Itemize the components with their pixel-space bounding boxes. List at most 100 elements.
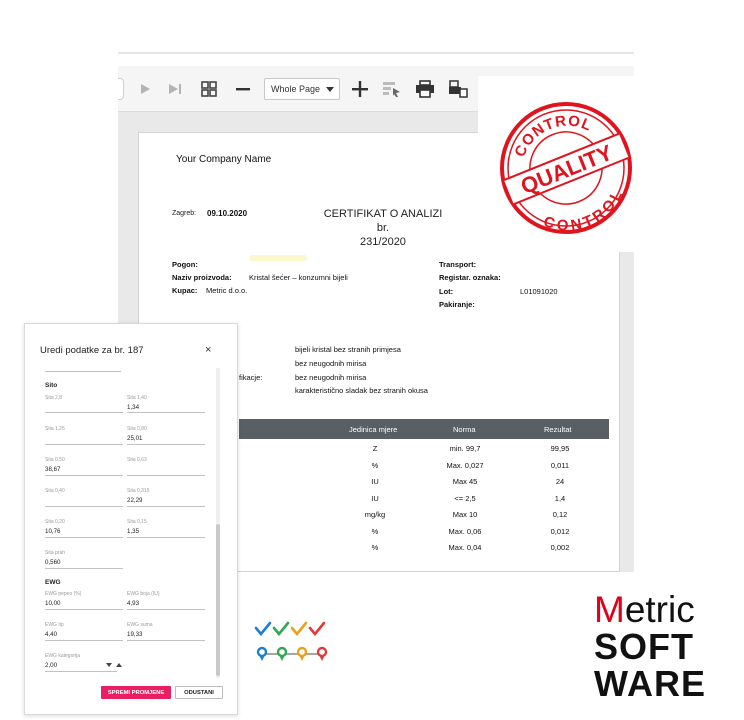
skip-end-icon xyxy=(169,84,181,94)
field-label: Transport: xyxy=(439,260,477,269)
table-cell: Max. 0,027 xyxy=(446,461,484,470)
field-label: EWG tip xyxy=(45,622,64,628)
logo-line-metric: Metric xyxy=(594,590,695,630)
field-value: 10,76 xyxy=(45,528,61,535)
field-label: EWG pepeo (%) xyxy=(45,591,82,597)
field-label: Sita 0,40 xyxy=(45,488,65,494)
table-cell: 0,12 xyxy=(552,510,568,519)
sita-0-15-input[interactable] xyxy=(127,537,205,538)
page-number-input[interactable] xyxy=(118,78,124,100)
field-label: Registar. oznaka: xyxy=(439,273,501,282)
checkmarks-route-icon xyxy=(254,621,328,661)
zoom-select[interactable]: Whole Page xyxy=(264,78,340,100)
ewg-boja-input[interactable] xyxy=(127,609,205,610)
sita-1-40-input[interactable] xyxy=(127,412,205,413)
field-label: Sita 0,50 xyxy=(45,457,65,463)
print-button[interactable] xyxy=(412,76,438,102)
minus-icon xyxy=(236,88,250,91)
last-page-button[interactable] xyxy=(162,76,188,102)
sita-0-50-input[interactable] xyxy=(45,475,123,476)
multi-page-button[interactable] xyxy=(196,76,222,102)
ewg-section-title: EWG xyxy=(45,579,61,586)
sita-prah-input[interactable] xyxy=(45,568,123,569)
table-row: Z min. 99,7 99,95 xyxy=(239,442,609,458)
table-cell: % xyxy=(371,527,379,536)
sito-section-title: Sito xyxy=(45,382,58,389)
stepper-arrows-icon[interactable] xyxy=(105,661,123,669)
cancel-button[interactable]: ODUSTANI xyxy=(175,686,223,699)
table-cell: Max. 0,04 xyxy=(448,543,482,552)
dialog-title: Uredi podatke za br. 187 xyxy=(40,345,144,356)
field-value: 1,34 xyxy=(127,404,140,411)
field-label: Sita 0,20 xyxy=(45,519,65,525)
table-cell: mg/kg xyxy=(364,510,386,519)
logo-m: M xyxy=(594,589,625,630)
field-label: Kupac: xyxy=(172,286,198,295)
column-header: Norma xyxy=(453,425,476,434)
field-label: Pogon: xyxy=(172,260,198,269)
results-table-header: Jedinica mjere Norma Rezultat xyxy=(239,419,609,439)
table-row: IU Max 45 24 xyxy=(239,475,609,491)
table-cell: IU xyxy=(371,477,379,486)
field-label: Sita 1,40 xyxy=(127,395,147,401)
table-cell: Max 10 xyxy=(452,510,478,519)
printer-icon xyxy=(416,80,434,98)
field-value: 1,35 xyxy=(127,528,140,535)
sita-0-63-input[interactable] xyxy=(127,475,205,476)
ewg-pepeo-input[interactable] xyxy=(45,609,123,610)
table-cell: % xyxy=(371,543,379,552)
table-cell: 24 xyxy=(555,477,565,486)
field-value: 10,00 xyxy=(45,600,61,607)
sita-1-25-input[interactable] xyxy=(45,444,123,445)
zoom-out-button[interactable] xyxy=(230,76,256,102)
ewg-suma-input[interactable] xyxy=(127,640,205,641)
field-label: EWG kategorija xyxy=(45,653,81,659)
spec-line: bez neugodnih mirisa xyxy=(295,359,367,368)
highlight-button[interactable] xyxy=(379,76,405,102)
field-value: 22,29 xyxy=(127,497,143,504)
table-cell: % xyxy=(371,461,379,470)
spec-line: karakteristično sladak bez stranih okusa xyxy=(295,386,428,395)
field-label: EWG suma xyxy=(127,622,153,628)
spec-line: bijeli kristal bez stranih primjesa xyxy=(295,345,401,354)
play-icon xyxy=(141,84,150,94)
field-label: Lot: xyxy=(439,287,454,296)
table-row: % Max. 0,06 0,012 xyxy=(239,525,609,541)
table-cell: 99,95 xyxy=(550,444,570,453)
plus-icon xyxy=(352,81,368,97)
sita-0-80-input[interactable] xyxy=(127,444,205,445)
table-cell: Max. 0,06 xyxy=(448,527,482,536)
print-page-icon xyxy=(449,80,468,98)
field-label: Sita 0,315 xyxy=(127,488,150,494)
sita-0-20-input[interactable] xyxy=(45,537,123,538)
field-value: 2,00 xyxy=(45,662,58,669)
spec-line: bez neugodnih mirisa xyxy=(295,373,367,382)
zoom-in-button[interactable] xyxy=(347,76,373,102)
field-value: 38,67 xyxy=(45,466,61,473)
table-cell: Max 45 xyxy=(452,477,478,486)
print-page-button[interactable] xyxy=(445,76,471,102)
table-cell: IU xyxy=(371,494,379,503)
sita-0-315-input[interactable] xyxy=(127,506,205,507)
sita-0-40-input[interactable] xyxy=(45,506,123,507)
dialog-scrollbar-thumb[interactable] xyxy=(216,524,220,676)
spec-label: fikacje: xyxy=(239,373,263,382)
metric-software-logo: Metric SOFT WARE xyxy=(588,590,728,708)
ewg-tip-input[interactable] xyxy=(45,640,123,641)
field-value: 4,40 xyxy=(45,631,58,638)
caret-down-icon xyxy=(326,87,334,92)
close-button[interactable]: × xyxy=(205,344,211,356)
field-value: 19,33 xyxy=(127,631,143,638)
table-cell: 0,011 xyxy=(550,461,570,470)
table-cell: 0,012 xyxy=(550,527,570,536)
edit-dialog: Uredi podatke za br. 187 × Sito Sita 2,8… xyxy=(24,323,238,715)
field-label: Sita 0,15 xyxy=(127,519,147,525)
next-page-button[interactable] xyxy=(132,76,158,102)
field-underline xyxy=(45,371,121,372)
field-value: L01091020 xyxy=(520,287,558,296)
sita-2-8-input[interactable] xyxy=(45,412,123,413)
table-cell: Z xyxy=(372,444,378,453)
save-changes-button[interactable]: SPREMI PROMJENE xyxy=(101,686,171,699)
ewg-kategorija-input[interactable] xyxy=(45,671,117,672)
column-header: Rezultat xyxy=(544,425,572,434)
